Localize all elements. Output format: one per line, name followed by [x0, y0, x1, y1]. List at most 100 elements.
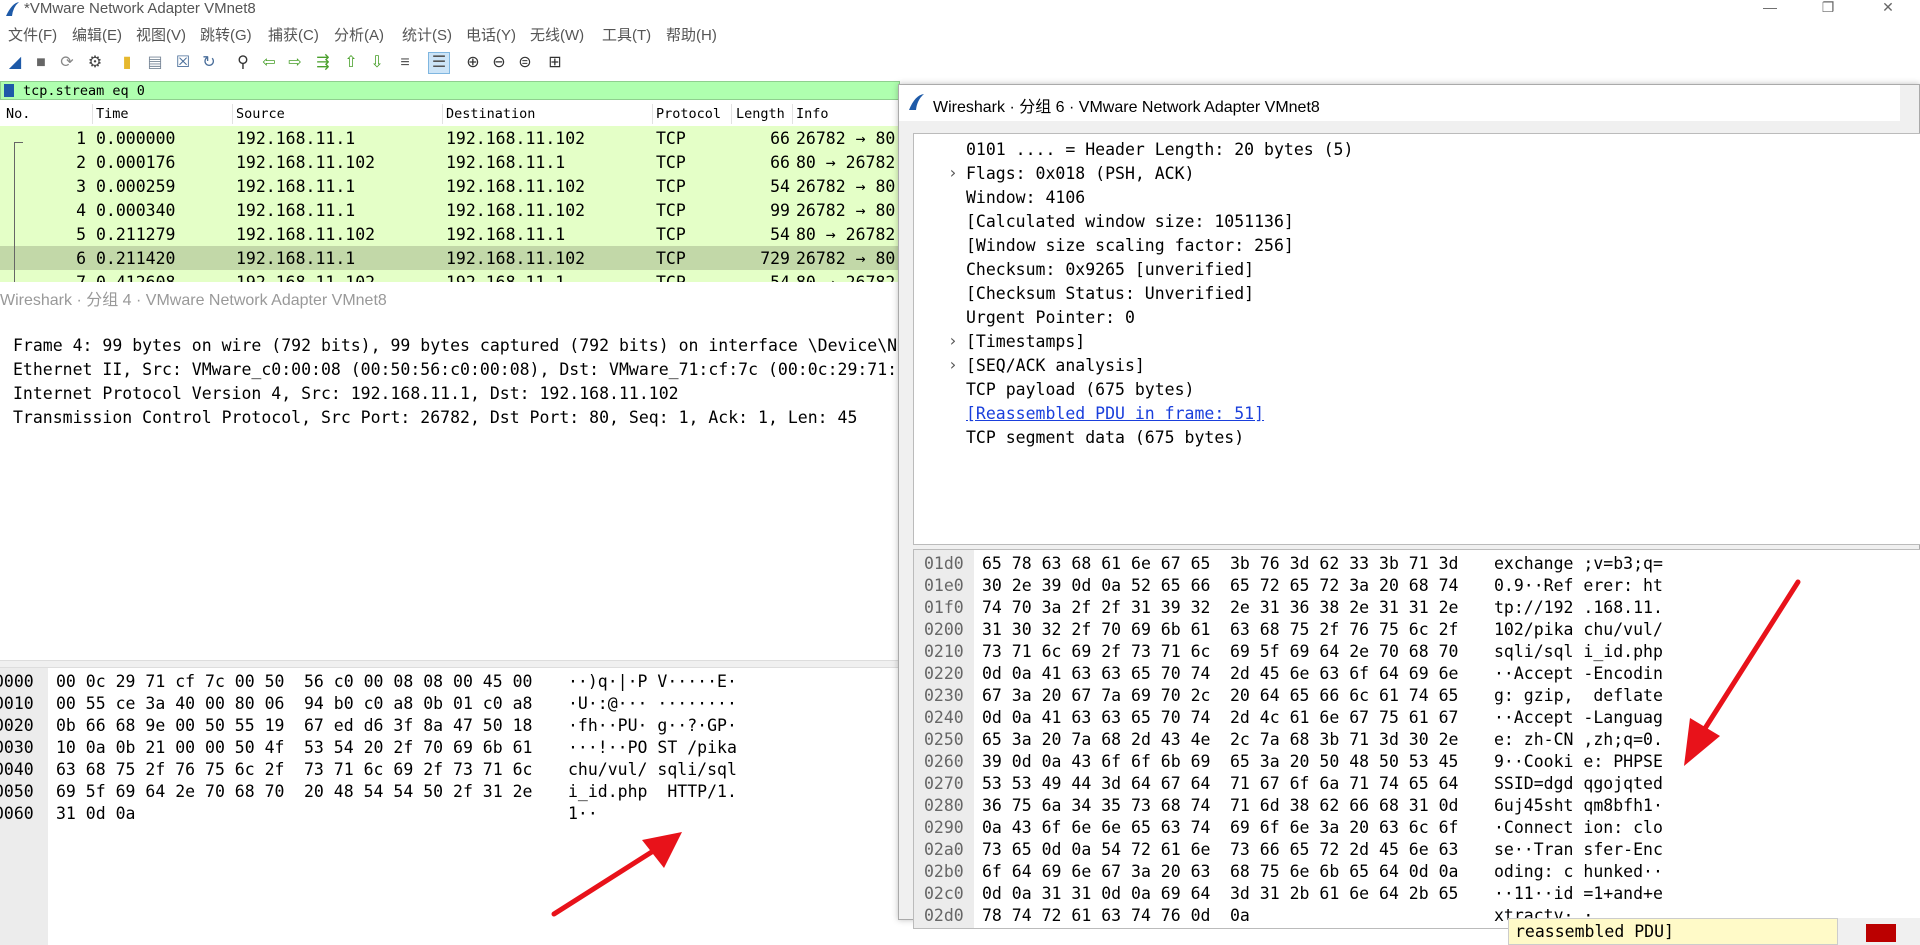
popup-bytes-row[interactable]: 02a0 73 65 0d 0a 54 72 61 6e 73 66 65 72 2… — [914, 840, 1914, 862]
expand-chevron-icon[interactable]: › — [948, 355, 958, 374]
menu-tools[interactable]: 工具(T) — [602, 24, 651, 45]
minimize-icon[interactable]: — — [1750, 0, 1790, 20]
first-packet-icon[interactable]: ⇧ — [340, 52, 362, 74]
tree-item[interactable]: 0101 .... = Header Length: 20 bytes (5) — [966, 140, 1353, 159]
save-icon[interactable]: ▤ — [144, 52, 166, 74]
menu-go[interactable]: 跳转(G) — [200, 24, 252, 45]
tree-item[interactable]: [Window size scaling factor: 256] — [966, 236, 1294, 255]
pane-splitter[interactable] — [0, 660, 900, 668]
popup-scrollbar[interactable] — [1900, 85, 1919, 121]
tree-item[interactable]: [Timestamps] — [966, 332, 1085, 351]
display-filter-input[interactable]: tcp.stream eq 0 — [23, 83, 145, 99]
packet-row[interactable]: 5 0.211279 192.168.11.102 192.168.11.1 TCP 54… — [0, 222, 900, 246]
tree-item[interactable]: Urgent Pointer: 0 — [966, 308, 1135, 327]
col-info[interactable]: Info — [796, 106, 829, 122]
bytes-row[interactable]: 0000 00 0c 29 71 cf 7c 00 50 56 c0 00 08 0… — [0, 672, 900, 694]
expand-chevron-icon[interactable]: › — [948, 331, 958, 350]
tree-item[interactable]: TCP payload (675 bytes) — [966, 380, 1194, 399]
stop-icon[interactable]: ■ — [30, 52, 52, 74]
detail-tcp[interactable]: Transmission Control Protocol, Src Port:… — [13, 408, 857, 427]
popup-bytes-row[interactable]: 02b0 6f 64 69 6e 67 3a 20 63 68 75 6e 6b 6… — [914, 862, 1914, 884]
popup-bytes-hex1: 0d 0a 41 63 63 65 70 74 — [982, 708, 1211, 727]
autoscroll-icon[interactable]: ≡ — [394, 52, 416, 74]
reassembled-pdu-link[interactable]: [Reassembled PDU in frame: 51] — [966, 404, 1264, 423]
tree-item[interactable]: Flags: 0x018 (PSH, ACK) — [966, 164, 1194, 183]
packet-row[interactable]: 6 0.211420 192.168.11.1 192.168.11.102 TCP 72… — [0, 246, 900, 270]
menu-analyze[interactable]: 分析(A) — [334, 24, 384, 45]
packet-row[interactable]: 3 0.000259 192.168.11.1 192.168.11.102 TCP 54… — [0, 174, 900, 198]
popup-bytes-hex1: 6f 64 69 6e 67 3a 20 63 — [982, 862, 1211, 881]
detail-frame[interactable]: Frame 4: 99 bytes on wire (792 bits), 99… — [13, 336, 917, 355]
bytes-row[interactable]: 006031 0d 0a1·· — [0, 804, 900, 826]
bytes-hex1: 10 0a 0b 21 00 00 50 4f — [56, 738, 285, 757]
find-icon[interactable]: ⚲ — [232, 52, 254, 74]
popup-bytes-hex1: 73 71 6c 69 2f 73 71 6c — [982, 642, 1211, 661]
bytes-hex1: 31 0d 0a — [56, 804, 136, 823]
popup-bytes-row[interactable]: 0280 36 75 6a 34 35 73 68 74 71 6d 38 62 6… — [914, 796, 1914, 818]
packet-bytes[interactable]: 0000 00 0c 29 71 cf 7c 00 50 56 c0 00 08 0… — [0, 668, 900, 945]
normal-size-icon[interactable]: ⊜ — [514, 52, 536, 74]
forward-icon[interactable]: ⇨ — [284, 52, 306, 74]
tree-item[interactable]: Window: 4106 — [966, 188, 1085, 207]
open-icon[interactable]: ▮ — [116, 52, 138, 74]
reload-icon[interactable]: ↻ — [198, 52, 220, 74]
packet-row[interactable]: 7 0.412608 192.168.11.102 192.168.11.1 TCP 54… — [0, 270, 900, 282]
menu-statistics[interactable]: 统计(S) — [402, 24, 452, 45]
back-icon[interactable]: ⇦ — [258, 52, 280, 74]
menu-edit[interactable]: 编辑(E) — [72, 24, 122, 45]
zoom-out-icon[interactable]: ⊖ — [488, 52, 510, 74]
menu-file[interactable]: 文件(F) — [8, 24, 57, 45]
options-icon[interactable]: ⚙ — [84, 52, 106, 74]
resize-columns-icon[interactable]: ⊞ — [544, 52, 566, 74]
bytes-row[interactable]: 0040 63 68 75 2f 76 75 6c 2f 73 71 6c 69 2… — [0, 760, 900, 782]
tree-item[interactable]: Checksum: 0x9265 [unverified] — [966, 260, 1254, 279]
last-packet-icon[interactable]: ⇩ — [366, 52, 388, 74]
popup-bytes-row[interactable]: 0290 0a 43 6f 6e 6e 65 63 74 69 6f 6e 3a 2… — [914, 818, 1914, 840]
packet-row[interactable]: 4 0.000340 192.168.11.1 192.168.11.102 TCP 99… — [0, 198, 900, 222]
popup-bytes-row[interactable]: 01d0 65 78 63 68 61 6e 67 65 3b 76 3d 62 3… — [914, 554, 1914, 576]
menu-telephony[interactable]: 电话(Y) — [466, 24, 516, 45]
bytes-row[interactable]: 0010 00 55 ce 3a 40 00 80 06 94 b0 c0 a8 0… — [0, 694, 900, 716]
packet-row[interactable]: 2 0.000176 192.168.11.102 192.168.11.1 TCP 66… — [0, 150, 900, 174]
popup-packet-tree[interactable]: 0101 .... = Header Length: 20 bytes (5) ›… — [913, 133, 1920, 545]
packet-cell-info: 26782 → 80 — [796, 201, 896, 220]
detail-ethernet[interactable]: Ethernet II, Src: VMware_c0:00:08 (00:50… — [13, 360, 957, 379]
menu-view[interactable]: 视图(V) — [136, 24, 186, 45]
shark-start-icon[interactable]: ◢ — [4, 52, 26, 74]
colorize-icon[interactable]: ☰ — [428, 52, 450, 74]
popup-bytes-row[interactable]: 0270 53 53 49 44 3d 64 67 64 71 67 6f 6a 7… — [914, 774, 1914, 796]
packet-6-window[interactable]: Wireshark · 分组 6 · VMware Network Adapte… — [898, 84, 1920, 929]
col-destination[interactable]: Destination — [446, 106, 535, 122]
zoom-in-icon[interactable]: ⊕ — [462, 52, 484, 74]
menu-capture[interactable]: 捕获(C) — [268, 24, 319, 45]
bookmark-icon[interactable] — [4, 84, 14, 97]
detail-ipv4[interactable]: Internet Protocol Version 4, Src: 192.16… — [13, 384, 679, 403]
bytes-row[interactable]: 0050 69 5f 69 64 2e 70 68 70 20 48 54 54 5… — [0, 782, 900, 804]
menu-help[interactable]: 帮助(H) — [666, 24, 717, 45]
close-icon[interactable]: ✕ — [1868, 0, 1908, 20]
col-length[interactable]: Length — [736, 106, 785, 122]
packet-row[interactable]: 1 0.000000 192.168.11.1 192.168.11.102 TCP 66… — [0, 126, 900, 150]
tree-item[interactable]: [Checksum Status: Unverified] — [966, 284, 1254, 303]
popup-bytes-row[interactable]: 02c0 0d 0a 31 31 0d 0a 69 64 3d 31 2b 61 6… — [914, 884, 1914, 906]
tree-item[interactable]: TCP segment data (675 bytes) — [966, 428, 1244, 447]
popup-bytes-ascii: g: gzip, deflate — [1494, 686, 1663, 705]
restore-icon[interactable]: ❐ — [1808, 0, 1848, 20]
menu-wireless[interactable]: 无线(W) — [530, 24, 584, 45]
packet-list[interactable]: No. Time Source Destination Protocol Len… — [0, 102, 900, 282]
tree-item[interactable]: [SEQ/ACK analysis] — [966, 356, 1145, 375]
bytes-row[interactable]: 0020 0b 66 68 9e 00 50 55 19 67 ed d6 3f 8… — [0, 716, 900, 738]
col-time[interactable]: Time — [96, 106, 129, 122]
close-file-icon[interactable]: ☒ — [172, 52, 194, 74]
display-filter-bar[interactable]: tcp.stream eq 0 — [0, 81, 900, 100]
col-no[interactable]: No. — [6, 106, 30, 122]
popup-bytes-ascii: tp://192 .168.11. — [1494, 598, 1663, 617]
col-protocol[interactable]: Protocol — [656, 106, 721, 122]
expand-chevron-icon[interactable]: › — [948, 163, 958, 182]
col-source[interactable]: Source — [236, 106, 285, 122]
go-to-packet-icon[interactable]: ⇶ — [312, 52, 334, 74]
tree-item[interactable]: [Calculated window size: 1051136] — [966, 212, 1294, 231]
bytes-row[interactable]: 0030 10 0a 0b 21 00 00 50 4f 53 54 20 2f 7… — [0, 738, 900, 760]
packet-details[interactable]: Frame 4: 99 bytes on wire (792 bits), 99… — [0, 330, 957, 660]
restart-icon[interactable]: ⟳ — [56, 52, 78, 74]
